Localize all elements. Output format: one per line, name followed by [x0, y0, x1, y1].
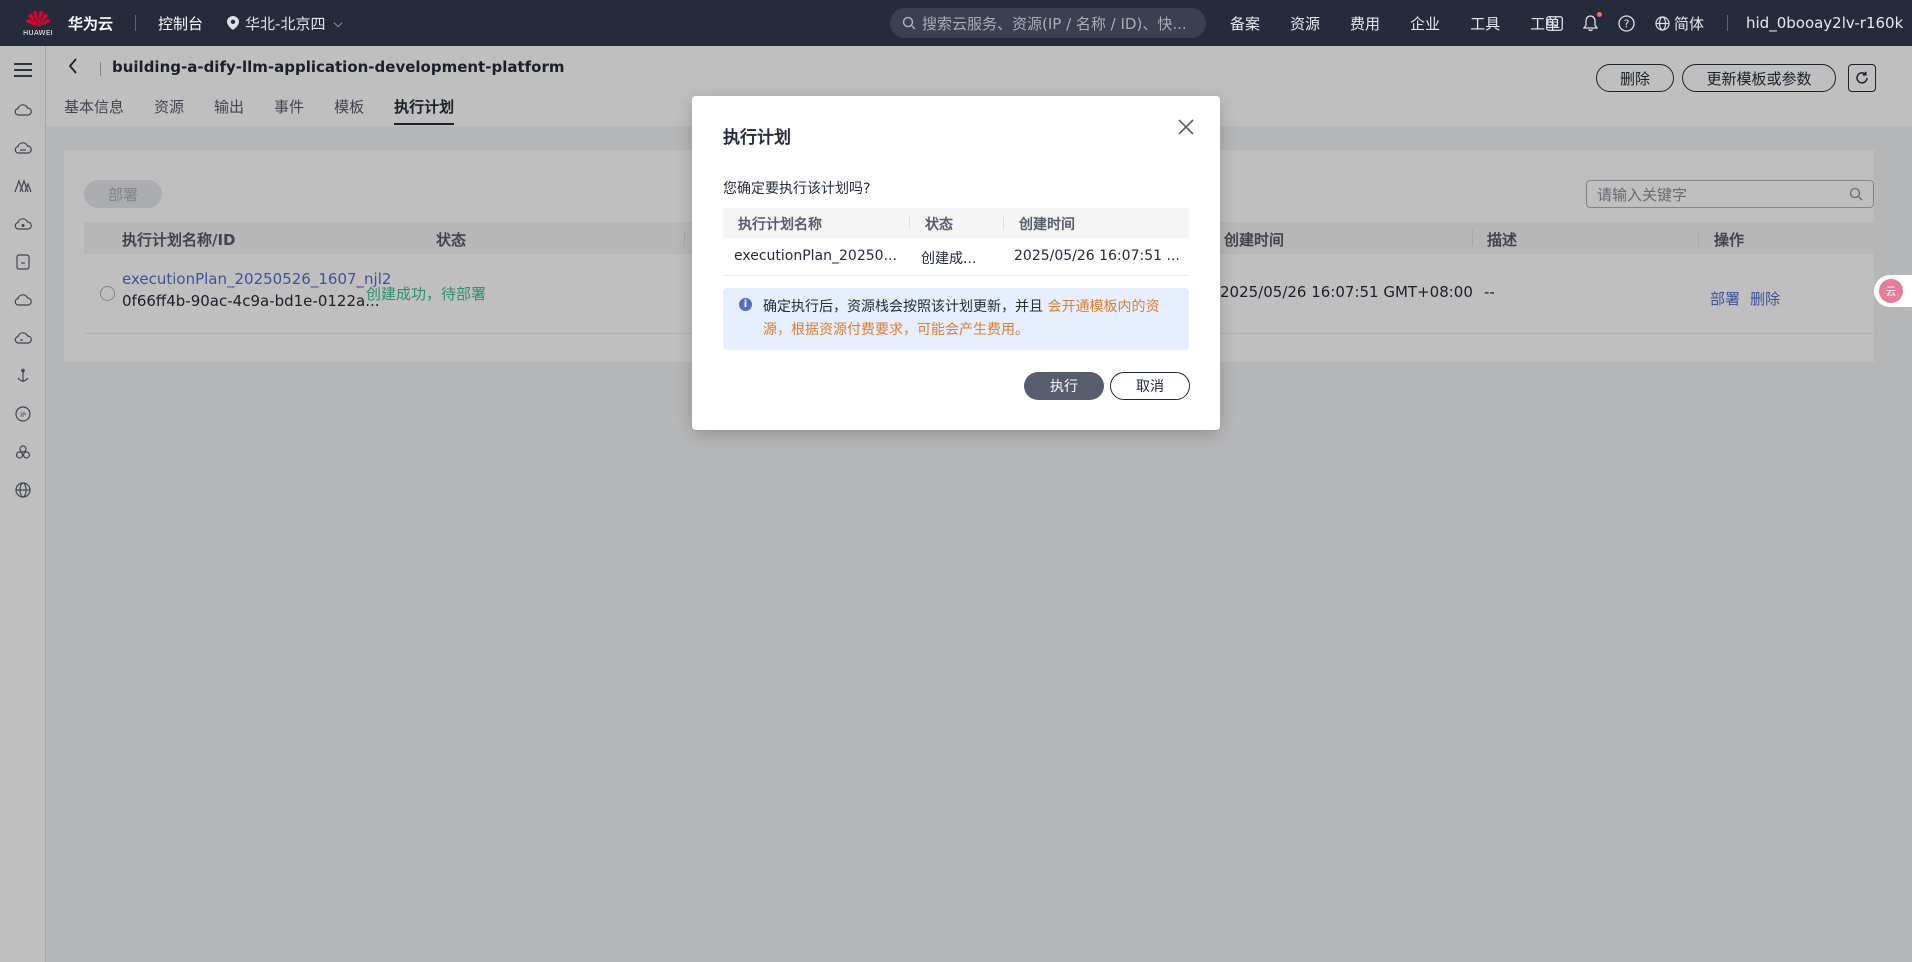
region-selector[interactable]: 华北-北京四 ⌵	[227, 13, 343, 34]
search-placeholder: 搜索云服务、资源(IP / 名称 / ID)、快...	[922, 14, 1187, 33]
execute-button[interactable]: 执行	[1024, 372, 1104, 400]
nav-enterprise[interactable]: 企业	[1410, 13, 1440, 34]
dialog-col-name: 执行计划名称	[738, 217, 822, 233]
cancel-button[interactable]: 取消	[1110, 372, 1190, 400]
location-pin-icon	[227, 16, 240, 30]
dialog-plan-table: 执行计划名称 状态 创建时间 executionPlan_20250... 创建…	[723, 208, 1189, 276]
cost-warning-alert: i 确定执行后，资源栈会按照该计划更新，并且 会开通模板内的资源，根据资源付费要…	[723, 288, 1189, 350]
dialog-plan-created: 2025/05/26 16:07:51 ...	[1014, 248, 1180, 264]
nav-billing[interactable]: 费用	[1350, 13, 1380, 34]
dialog-table-row: executionPlan_20250... 创建成... 2025/05/26…	[723, 238, 1189, 276]
user-account-menu[interactable]: hid_0booay2lv-r160k	[1746, 0, 1903, 46]
assistant-icon: 云	[1879, 279, 1903, 303]
dialog-title: 执行计划	[723, 128, 791, 148]
dialog-question: 您确定要执行该计划吗?	[723, 181, 871, 197]
dialog-col-created: 创建时间	[1019, 217, 1075, 233]
top-icon-row: ? 简体	[1546, 0, 1704, 46]
alert-text: 确定执行后，资源栈会按照该计划更新，并且 会开通模板内的资源，根据资源付费要求，…	[763, 296, 1179, 342]
floating-assistant-button[interactable]: 云	[1874, 275, 1912, 307]
close-icon[interactable]	[1178, 116, 1194, 141]
nav-tools[interactable]: 工具	[1470, 13, 1500, 34]
top-navigation-bar: HUAWEI 华为云 控制台 华北-北京四 ⌵ 搜索云服务、资源(IP / 名称…	[0, 0, 1912, 46]
divider	[1727, 15, 1728, 31]
globe-icon	[1655, 15, 1670, 31]
terminal-icon[interactable]	[1546, 15, 1563, 31]
dialog-plan-name: executionPlan_20250...	[734, 248, 897, 264]
svg-text:?: ?	[1624, 17, 1630, 30]
column-divider	[1003, 216, 1004, 230]
execute-plan-dialog: 执行计划 您确定要执行该计划吗? 执行计划名称 状态 创建时间 executio…	[692, 96, 1220, 430]
column-divider	[909, 216, 910, 230]
language-switch[interactable]: 简体	[1655, 13, 1704, 34]
nav-beian[interactable]: 备案	[1230, 13, 1260, 34]
top-nav-links: 备案 资源 费用 企业 工具 工单	[1230, 0, 1590, 46]
help-icon[interactable]: ?	[1618, 14, 1635, 32]
dialog-plan-status: 创建成...	[921, 251, 977, 267]
dialog-col-status: 状态	[925, 217, 953, 233]
global-search-input[interactable]: 搜索云服务、资源(IP / 名称 / ID)、快...	[890, 8, 1206, 38]
dialog-table-header: 执行计划名称 状态 创建时间	[723, 208, 1189, 238]
notification-dot	[1597, 11, 1602, 17]
divider	[135, 15, 137, 31]
huawei-logo-icon	[26, 10, 50, 27]
alert-message: 确定执行后，资源栈会按照该计划更新，并且	[763, 299, 1043, 315]
bell-icon[interactable]	[1583, 11, 1602, 32]
info-icon: i	[739, 298, 752, 311]
chevron-down-icon: ⌵	[333, 15, 343, 30]
language-label: 简体	[1674, 14, 1705, 33]
huawei-logo[interactable]: HUAWEI	[18, 0, 58, 46]
nav-resources[interactable]: 资源	[1290, 13, 1320, 34]
console-link[interactable]: 控制台	[158, 13, 203, 34]
brand-name[interactable]: 华为云	[68, 13, 113, 34]
search-icon	[902, 16, 916, 30]
logo-text: HUAWEI	[22, 28, 53, 37]
region-label: 华北-北京四	[245, 14, 326, 33]
